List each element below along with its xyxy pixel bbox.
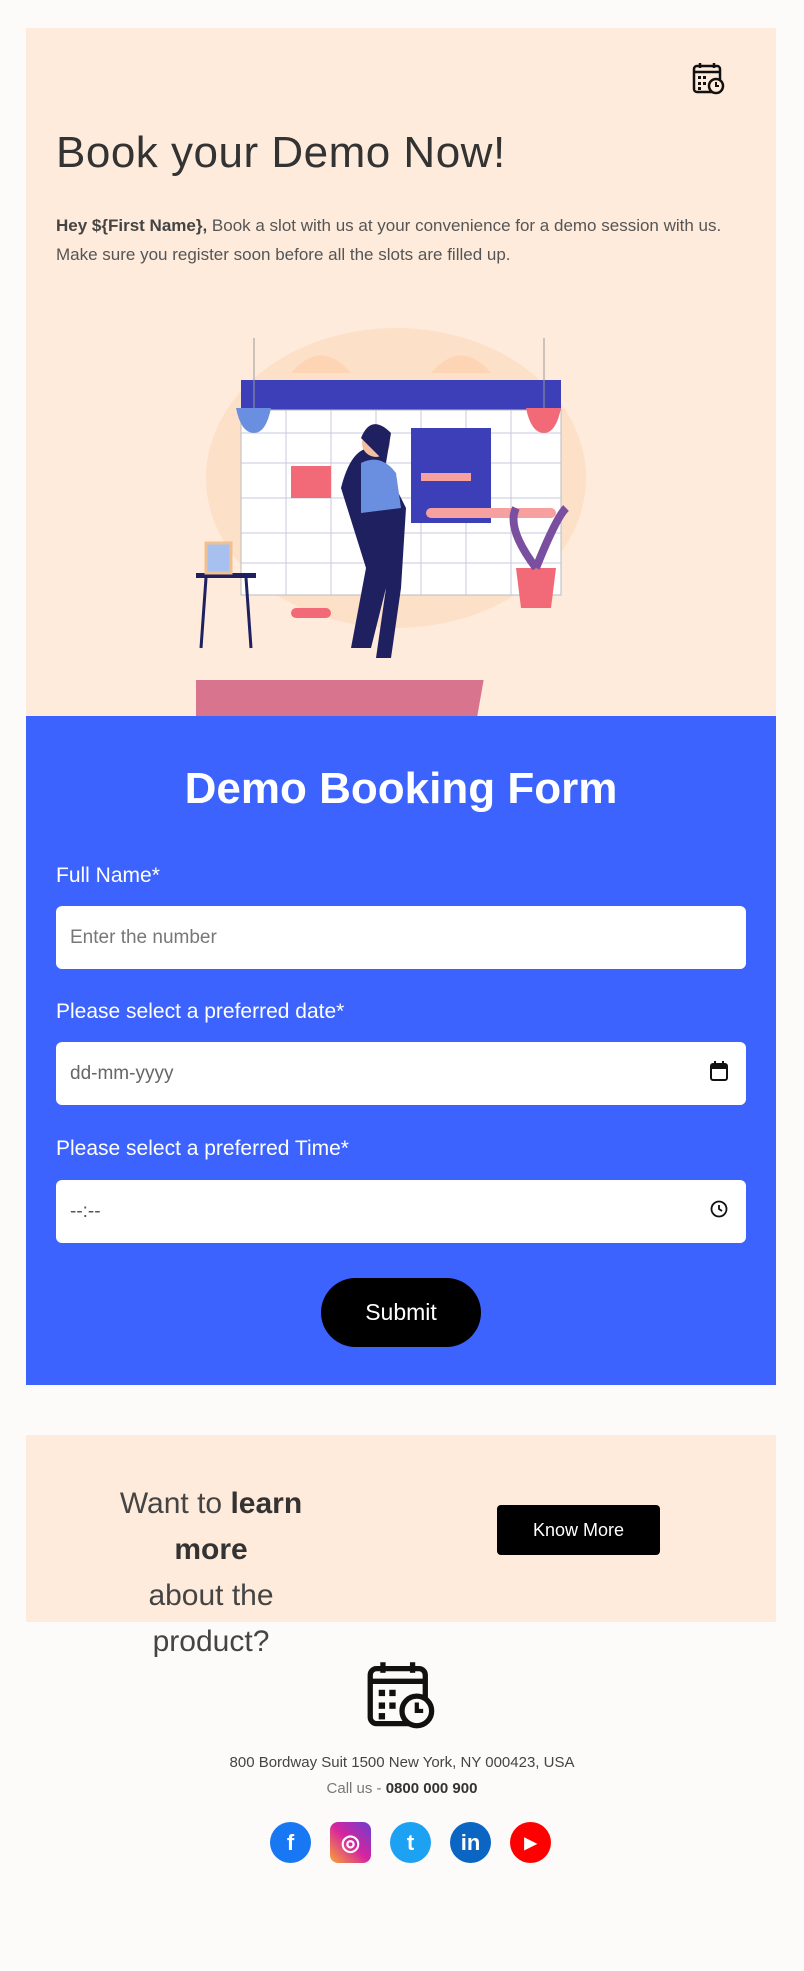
- hero-section: Book your Demo Now! Hey ${First Name}, B…: [26, 28, 776, 720]
- cta-text-a: Want to: [119, 1487, 231, 1520]
- time-placeholder: --:--: [70, 1200, 101, 1222]
- calendar-icon[interactable]: [710, 1060, 728, 1087]
- instagram-icon[interactable]: ◎: [330, 1822, 371, 1863]
- demo-booking-form: Demo Booking Form Full Name* Enter the n…: [26, 716, 776, 1385]
- greeting: Hey ${First Name},: [56, 216, 208, 235]
- call-label: Call us -: [326, 1780, 386, 1797]
- calendar-clock-icon: [692, 61, 726, 100]
- full-name-placeholder: Enter the number: [70, 926, 217, 948]
- social-links: f ◎ t in ▶: [270, 1822, 551, 1863]
- calendar-illustration: [166, 298, 606, 723]
- cta-text: Want to learn more about the product?: [86, 1481, 336, 1665]
- form-title: Demo Booking Form: [184, 764, 618, 813]
- time-label: Please select a preferred Time*: [56, 1137, 349, 1160]
- facebook-icon[interactable]: f: [270, 1822, 311, 1863]
- calendar-clock-icon: [366, 1658, 438, 1735]
- hero-intro: Hey ${First Name}, Book a slot with us a…: [56, 211, 736, 269]
- clock-icon[interactable]: [710, 1200, 728, 1224]
- date-input[interactable]: dd-mm-yyyy: [56, 1042, 746, 1105]
- submit-button[interactable]: Submit: [321, 1278, 481, 1347]
- phone-number: 0800 000 900: [385, 1780, 478, 1797]
- twitter-icon[interactable]: t: [390, 1822, 431, 1863]
- footer-call: Call us - 0800 000 900: [0, 1780, 804, 1797]
- linkedin-icon[interactable]: in: [450, 1822, 491, 1863]
- full-name-label: Full Name*: [56, 864, 160, 887]
- date-placeholder: dd-mm-yyyy: [70, 1062, 174, 1084]
- footer-address: 800 Bordway Suit 1500 New York, NY 00042…: [229, 1754, 575, 1771]
- page-title: Book your Demo Now!: [56, 128, 506, 177]
- date-label: Please select a preferred date*: [56, 1000, 345, 1023]
- cta-text-c: about the product?: [148, 1579, 274, 1658]
- youtube-icon[interactable]: ▶: [510, 1822, 551, 1863]
- learn-more-section: Want to learn more about the product? Kno…: [26, 1435, 776, 1658]
- time-input[interactable]: --:--: [56, 1180, 746, 1243]
- know-more-button[interactable]: Know More: [497, 1505, 660, 1555]
- full-name-input[interactable]: Enter the number: [56, 906, 746, 969]
